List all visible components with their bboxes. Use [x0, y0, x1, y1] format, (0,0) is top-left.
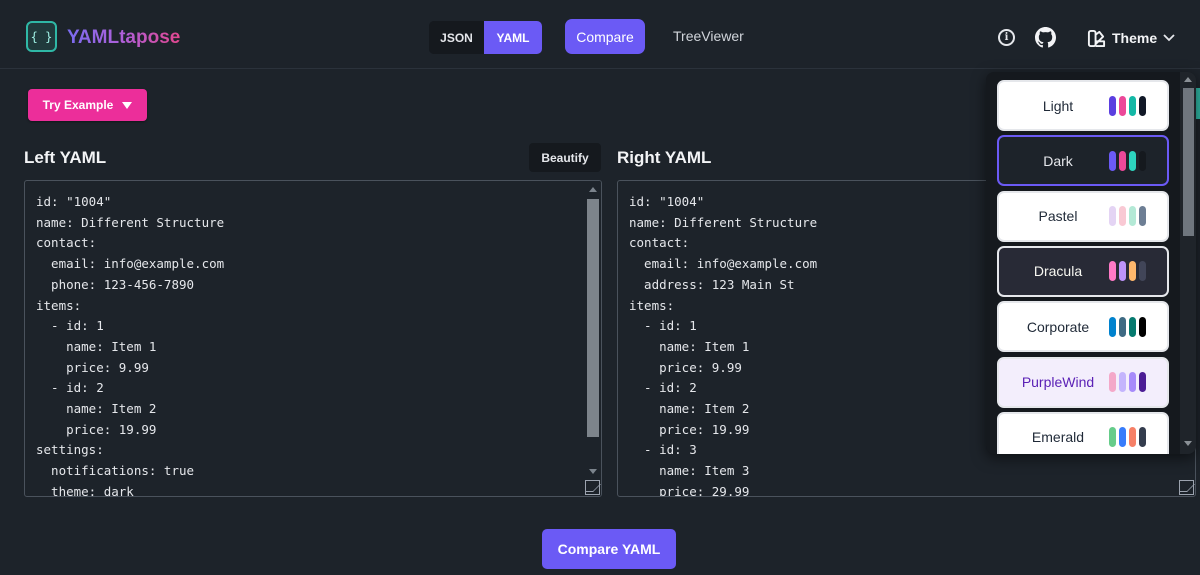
top-navbar: { } YAMLtapose JSON YAML Compare TreeVie…: [0, 0, 1200, 69]
color-swatch: [1109, 427, 1116, 448]
scrollbar-thumb[interactable]: [1183, 88, 1194, 236]
nav-compare-tab[interactable]: Compare: [565, 19, 645, 54]
scrollbar-thumb[interactable]: [587, 199, 599, 437]
theme-color-swatches: [1109, 261, 1146, 282]
info-icon[interactable]: i: [998, 29, 1015, 46]
theme-option-corporate[interactable]: Corporate: [997, 301, 1169, 353]
color-swatch: [1119, 316, 1126, 337]
nav-treeviewer-tab[interactable]: TreeViewer: [673, 28, 744, 44]
left-editor-scrollbar[interactable]: [585, 181, 601, 496]
color-swatch: [1139, 427, 1146, 448]
theme-color-swatches: [1109, 95, 1146, 116]
color-swatch: [1139, 206, 1146, 227]
color-swatch: [1109, 95, 1116, 116]
color-swatch: [1129, 206, 1136, 227]
theme-option-label: Dracula: [1033, 263, 1083, 280]
compare-yaml-button[interactable]: Compare YAML: [542, 529, 676, 569]
theme-option-label: Pastel: [1038, 208, 1078, 225]
theme-dropdown-menu: Light Dark Pastel Dracula Corporate PurpleWin…: [986, 72, 1196, 454]
theme-option-purplewind[interactable]: PurpleWind: [997, 356, 1169, 408]
beautify-button[interactable]: Beautify: [529, 143, 601, 172]
color-swatch: [1109, 150, 1116, 171]
scroll-down-icon[interactable]: [589, 469, 597, 474]
color-swatch: [1109, 261, 1116, 282]
color-swatch: [1119, 427, 1126, 448]
try-example-button[interactable]: Try Example: [28, 89, 147, 121]
color-swatch: [1139, 316, 1146, 337]
color-swatch: [1129, 372, 1136, 392]
theme-color-swatches: [1109, 206, 1146, 227]
left-yaml-editor[interactable]: id: "1004" name: Different Structure con…: [24, 180, 602, 497]
color-swatch: [1119, 261, 1126, 282]
theme-option-dracula[interactable]: Dracula: [997, 245, 1169, 297]
theme-color-swatches: [1109, 427, 1146, 448]
format-toggle: JSON YAML: [429, 21, 542, 54]
theme-option-label: Dark: [1043, 152, 1073, 169]
theme-option-label: Light: [1042, 97, 1074, 114]
app-title[interactable]: YAMLtapose: [67, 26, 180, 50]
color-swatch: [1139, 261, 1146, 282]
resize-handle-icon[interactable]: [1179, 480, 1194, 495]
theme-option-label: Corporate: [1026, 318, 1090, 335]
color-swatch: [1139, 95, 1146, 116]
color-swatch: [1139, 150, 1146, 171]
color-swatch: [1109, 316, 1116, 337]
scroll-up-icon[interactable]: [589, 187, 597, 192]
try-example-label: Try Example: [42, 98, 114, 112]
chevron-down-icon: [1163, 34, 1175, 42]
color-swatch: [1129, 95, 1136, 116]
edge-accent: [1196, 88, 1200, 119]
theme-option-pastel[interactable]: Pastel: [997, 190, 1169, 242]
theme-option-label: PurpleWind: [1021, 374, 1095, 390]
right-pane-title: Right YAML: [617, 148, 712, 167]
theme-option-emerald[interactable]: Emerald: [997, 411, 1169, 454]
logo-icon: { }: [26, 21, 57, 52]
theme-label: Theme: [1112, 30, 1158, 46]
color-swatch: [1129, 150, 1136, 171]
palette-icon: [1087, 29, 1106, 47]
resize-handle-icon[interactable]: [585, 480, 600, 495]
scroll-down-icon[interactable]: [1184, 441, 1192, 446]
yaml-format-button[interactable]: YAML: [484, 21, 542, 54]
color-swatch: [1129, 427, 1136, 448]
theme-option-label: Emerald: [1031, 429, 1085, 446]
left-pane-title: Left YAML: [24, 148, 107, 167]
theme-color-swatches: [1109, 372, 1146, 392]
color-swatch: [1119, 95, 1126, 116]
theme-dropdown-button[interactable]: Theme: [1087, 27, 1175, 49]
color-swatch: [1119, 372, 1126, 392]
caret-down-icon: [122, 101, 133, 109]
theme-color-swatches: [1109, 316, 1146, 337]
github-icon[interactable]: [1035, 27, 1056, 48]
color-swatch: [1129, 261, 1136, 282]
color-swatch: [1109, 372, 1116, 392]
theme-option-dark[interactable]: Dark: [997, 135, 1169, 187]
color-swatch: [1109, 206, 1116, 227]
theme-color-swatches: [1109, 150, 1146, 171]
theme-list-scrollbar[interactable]: [1180, 72, 1196, 454]
left-yaml-text[interactable]: id: "1004" name: Different Structure con…: [36, 192, 583, 496]
color-swatch: [1119, 206, 1126, 227]
json-format-button[interactable]: JSON: [429, 21, 484, 54]
scroll-up-icon[interactable]: [1184, 77, 1192, 82]
theme-option-light[interactable]: Light: [997, 80, 1169, 131]
color-swatch: [1129, 316, 1136, 337]
color-swatch: [1139, 372, 1146, 392]
color-swatch: [1119, 150, 1126, 171]
